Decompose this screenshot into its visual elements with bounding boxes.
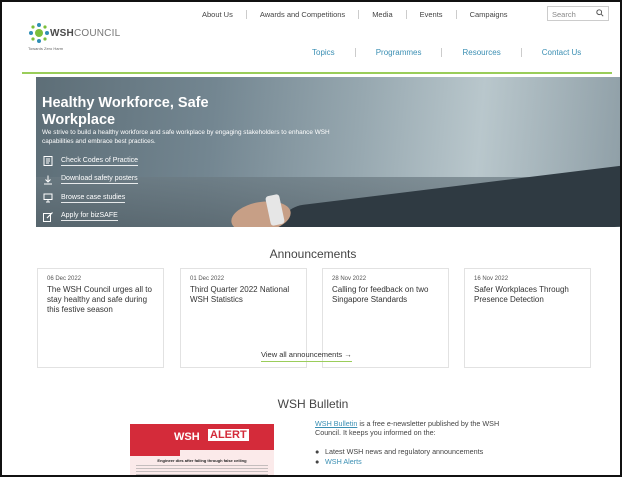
bulletin-description: WSH Bulletin is a free e-newsletter publ… [315,419,515,437]
hero-link-bizsafe[interactable]: Apply for bizSAFE [42,208,138,227]
logo-tagline: Towards Zero Harm [28,46,64,51]
document-icon [42,156,53,167]
list-item: ● WSH Alerts [315,457,515,466]
download-icon [42,175,53,185]
announcements-heading: Announcements [269,247,357,261]
nav-topics[interactable]: Topics [312,48,355,57]
top-link-about-us[interactable]: About Us [202,10,246,19]
hero-link-label: Apply for bizSAFE [61,212,118,222]
announcement-date: 16 Nov 2022 [474,276,509,282]
nav-programmes[interactable]: Programmes [354,48,442,57]
hero-link-case-studies[interactable]: Browse case studies [42,189,138,208]
wsh-council-logo[interactable]: WSHCOUNCIL Towards Zero Harm [28,22,158,62]
hero-link-label: Download safety posters [61,175,138,185]
preview-red-banner [130,424,274,450]
edit-icon [42,211,53,222]
view-all-announcements-link[interactable]: View all announcements → [261,350,352,362]
top-link-awards[interactable]: Awards and Competitions [245,10,358,19]
list-item: ● Latest WSH news and regulatory announc… [315,447,515,456]
hero-link-label: Browse case studies [61,193,126,203]
wsh-bulletin-heading: WSH Bulletin [277,397,349,411]
search-placeholder: Search [552,10,576,19]
hero-description: We strive to build a healthy workforce a… [42,129,330,145]
search-icon[interactable] [596,9,604,17]
logo-mark-icon [29,23,49,43]
wsh-alerts-link[interactable]: WSH Alerts [325,457,362,466]
bullet-text: Latest WSH news and regulatory announcem… [325,447,484,456]
announcement-title[interactable]: The WSH Council urges all to stay health… [47,285,154,315]
bullet-dot-icon: ● [315,447,320,456]
bulletin-bullet-list: ● Latest WSH news and regulatory announc… [315,447,515,467]
top-utility-nav: About Us Awards and Competitions Media E… [202,10,521,19]
logo-wordmark: WSHCOUNCIL [50,28,120,39]
announcement-date: 28 Nov 2022 [332,276,367,282]
wsh-bulletin-link[interactable]: WSH Bulletin [315,419,357,428]
hero-link-codes-of-practice[interactable]: Check Codes of Practice [42,152,139,171]
logo-bold: WSH [50,28,74,39]
nav-contact-us[interactable]: Contact Us [520,48,602,57]
announcement-title[interactable]: Third Quarter 2022 National WSH Statisti… [190,285,297,305]
preview-alert-text: ALERT [208,429,249,441]
preview-headline: Engineer dies after falling through fals… [157,458,247,463]
logo-light: COUNCIL [73,28,121,39]
monitor-icon [42,193,53,203]
preview-wsh-text: WSH [174,431,200,443]
top-link-events[interactable]: Events [405,10,456,19]
hero-title: Healthy Workforce, Safe Workplace [42,95,209,128]
preview-body-lines [136,465,268,475]
announcement-date: 01 Dec 2022 [190,276,225,282]
announcement-title[interactable]: Safer Workplaces Through Presence Detect… [474,285,581,305]
site-header: WSHCOUNCIL Towards Zero Harm About Us Aw… [22,6,612,66]
header-divider [22,72,612,74]
hero-banner: Healthy Workforce, Safe Workplace We str… [36,77,620,227]
hero-link-label: Check Codes of Practice [61,156,139,166]
wsh-alert-preview-image[interactable]: WSH ALERT Engineer dies after falling th… [130,418,274,475]
main-nav: Topics Programmes Resources Contact Us [312,48,601,57]
announcement-card[interactable]: 16 Nov 2022 Safer Workplaces Through Pre… [464,268,591,368]
top-link-campaigns[interactable]: Campaigns [455,10,521,19]
nav-resources[interactable]: Resources [441,48,520,57]
announcement-card[interactable]: 06 Dec 2022 The WSH Council urges all to… [37,268,164,368]
search-input[interactable]: Search [547,6,609,21]
hero-link-safety-posters[interactable]: Download safety posters [42,171,138,190]
preview-label-strip [130,450,180,456]
announcement-title[interactable]: Calling for feedback on two Singapore St… [332,285,439,305]
hero-quick-links: Check Codes of Practice Download safety … [42,152,139,227]
top-link-media[interactable]: Media [358,10,405,19]
page-frame: WSHCOUNCIL Towards Zero Harm About Us Aw… [0,0,622,477]
announcement-date: 06 Dec 2022 [47,276,82,282]
bullet-dot-icon: ● [315,457,320,466]
